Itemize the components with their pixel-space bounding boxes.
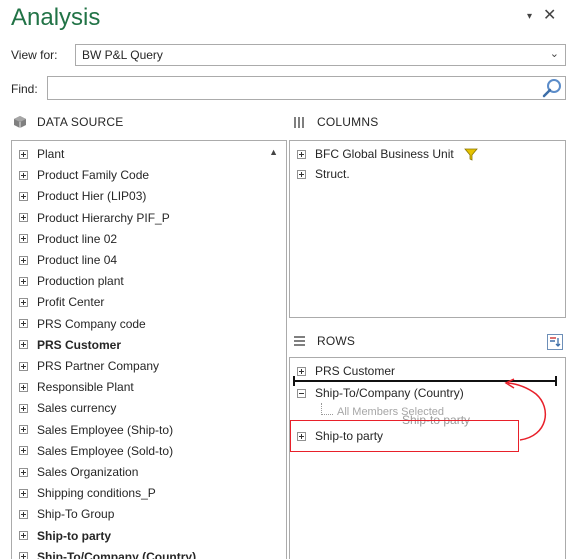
expand-icon[interactable] [297, 169, 306, 179]
data-source-item-label: PRS Partner Company [37, 359, 160, 373]
data-source-item-label: Sales Organization [37, 465, 139, 479]
data-source-item[interactable]: Shipping conditions_P [19, 484, 156, 502]
data-source-list[interactable]: ▲ Plant Product Family Code Product Hier (… [11, 140, 287, 559]
rows-heading-label: ROWS [317, 334, 356, 348]
data-source-item[interactable]: Product Hier (LIP03) [19, 187, 146, 205]
pane-title: Analysis [11, 4, 101, 31]
data-source-item-label: Product Hier (LIP03) [37, 189, 147, 204]
data-source-item-label: Plant [37, 147, 65, 161]
expand-icon[interactable] [19, 531, 28, 541]
data-source-item[interactable]: Ship-To Group [19, 505, 114, 523]
expand-icon[interactable] [19, 425, 28, 435]
data-source-heading: DATA SOURCE [13, 115, 123, 129]
columns-heading: COLUMNS [293, 115, 378, 129]
data-source-item[interactable]: Product line 02 [19, 230, 117, 248]
sort-icon[interactable] [547, 334, 563, 350]
data-source-item[interactable]: Product Family Code [19, 166, 149, 184]
move-arrow-icon [504, 378, 546, 441]
data-source-item-label: Product line 04 [37, 253, 118, 267]
drop-indicator-cap-left [293, 376, 295, 386]
data-source-item-label: Production plant [37, 274, 124, 289]
data-source-item[interactable]: Ship-to party [19, 527, 111, 545]
expand-icon[interactable] [19, 552, 28, 559]
expand-icon[interactable] [297, 366, 306, 376]
expand-icon[interactable] [19, 149, 28, 159]
data-source-heading-label: DATA SOURCE [37, 115, 124, 129]
data-source-item-label: Product line 02 [37, 231, 118, 246]
expand-icon[interactable] [19, 319, 28, 329]
column-item-struct[interactable]: Struct. [297, 165, 350, 183]
view-for-value: BW P&L Query [82, 48, 163, 62]
data-source-item-label: Shipping conditions_P [37, 486, 156, 501]
data-source-item-label: Ship-To/Company (Country) [37, 549, 197, 559]
data-source-item[interactable]: Plant [19, 145, 64, 163]
view-for-select[interactable]: BW P&L Query ⌄ [75, 44, 566, 66]
expand-icon[interactable] [19, 297, 28, 307]
data-source-item[interactable]: PRS Partner Company [19, 357, 159, 375]
data-source-item[interactable]: PRS Customer [19, 336, 121, 354]
row-item-prs-customer[interactable]: PRS Customer [297, 362, 395, 380]
view-for-label: View for: [11, 48, 58, 62]
tree-connector [321, 403, 333, 415]
find-label: Find: [11, 82, 38, 96]
expand-icon[interactable] [297, 149, 306, 159]
data-source-item-label: Responsible Plant [37, 380, 134, 395]
close-icon[interactable]: ✕ [543, 5, 556, 25]
rows-heading: ROWS [293, 334, 355, 348]
expand-icon[interactable] [19, 255, 28, 265]
data-source-item-label: Ship-to party [37, 528, 111, 543]
data-source-item-label: Ship-To Group [37, 507, 115, 522]
data-source-item[interactable]: Profit Center [19, 293, 104, 311]
data-source-item-label: Sales Employee (Sold-to) [37, 443, 174, 458]
expand-icon[interactable] [19, 488, 28, 498]
expand-icon[interactable] [19, 340, 28, 350]
data-source-item[interactable]: Ship-To/Company (Country) [19, 548, 196, 559]
columns-heading-label: COLUMNS [317, 115, 379, 129]
chevron-down-icon[interactable]: ⌄ [550, 47, 559, 60]
expand-icon[interactable] [19, 509, 28, 519]
data-source-item-label: Sales Employee (Ship-to) [37, 422, 174, 437]
data-source-item[interactable]: Production plant [19, 272, 124, 290]
data-source-item[interactable]: Sales Employee (Sold-to) [19, 442, 173, 460]
data-source-item[interactable]: Responsible Plant [19, 378, 134, 396]
data-source-item[interactable]: Sales Organization [19, 463, 138, 481]
data-source-item[interactable]: PRS Company code [19, 315, 146, 333]
highlight-box [290, 420, 519, 452]
column-item-bfc-global-business-unit[interactable]: BFC Global Business Unit [297, 145, 478, 163]
data-source-item-label: PRS Customer [37, 337, 122, 352]
expand-icon[interactable] [19, 213, 28, 223]
columns-area[interactable]: BFC Global Business Unit Struct. [289, 140, 566, 318]
columns-icon [293, 116, 307, 129]
data-source-item-label: Profit Center [37, 295, 105, 310]
scroll-up-icon[interactable]: ▲ [269, 147, 278, 157]
collapse-icon[interactable] [297, 388, 306, 398]
data-source-item[interactable]: Sales Employee (Ship-to) [19, 421, 173, 439]
expand-icon[interactable] [19, 382, 28, 392]
expand-icon[interactable] [19, 191, 28, 201]
cube-icon [13, 115, 27, 129]
expand-icon[interactable] [19, 446, 28, 456]
data-source-item[interactable]: Sales currency [19, 399, 116, 417]
data-source-item[interactable]: Product Hierarchy PIF_P [19, 209, 170, 227]
data-source-item[interactable]: Product line 04 [19, 251, 117, 269]
data-source-item-label: Product Hierarchy PIF_P [37, 210, 170, 225]
expand-icon[interactable] [19, 361, 28, 371]
rows-icon [293, 335, 307, 347]
search-icon[interactable] [541, 78, 563, 98]
data-source-item-label: PRS Company code [37, 316, 146, 331]
find-input[interactable] [47, 76, 566, 100]
filter-icon[interactable] [463, 148, 478, 161]
data-source-item-label: Product Family Code [37, 168, 150, 183]
expand-icon[interactable] [19, 403, 28, 413]
data-source-item-label: Sales currency [37, 401, 117, 416]
expand-icon[interactable] [19, 234, 28, 244]
expand-icon[interactable] [19, 170, 28, 180]
pane-options-dropdown[interactable]: ▾ [527, 11, 532, 22]
row-item-ship-to-company-country[interactable]: Ship-To/Company (Country) [297, 384, 464, 402]
expand-icon[interactable] [19, 467, 28, 477]
expand-icon[interactable] [19, 276, 28, 286]
